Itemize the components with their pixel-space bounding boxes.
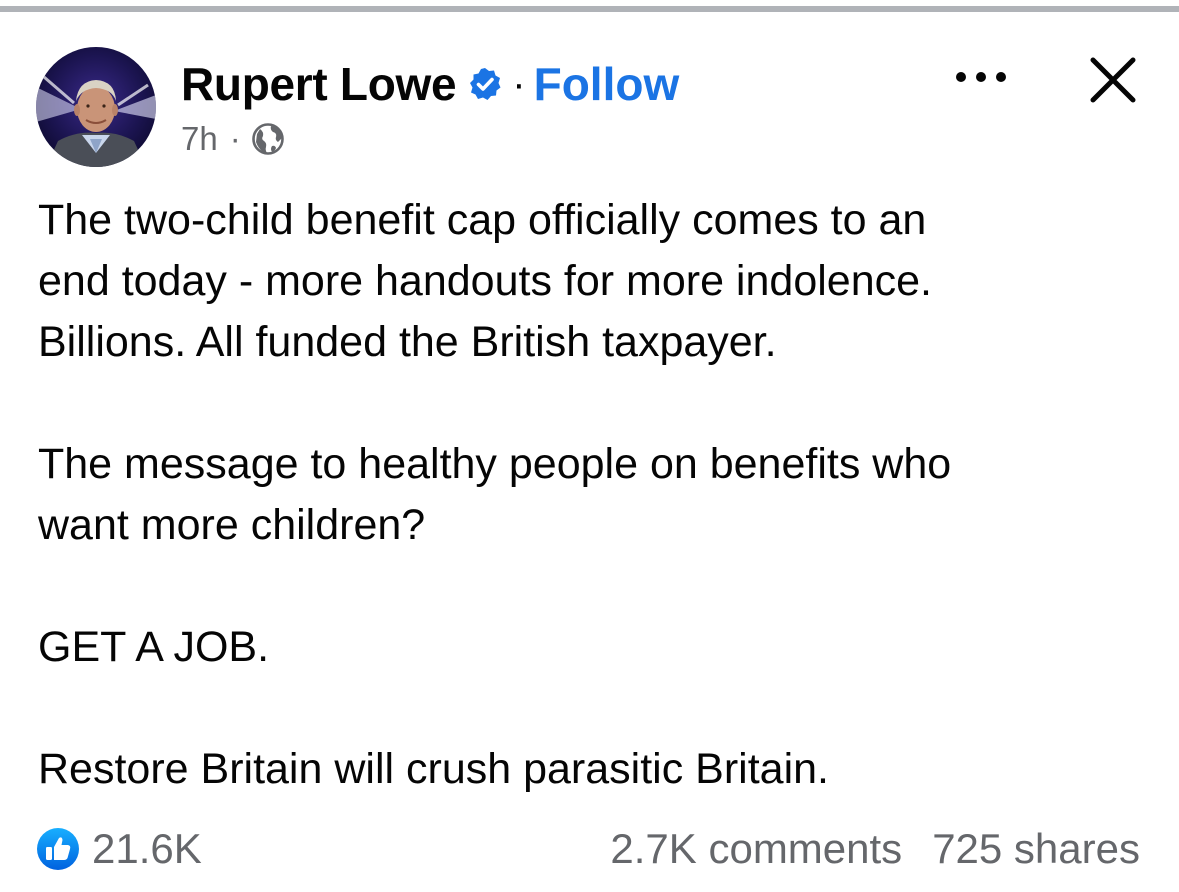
- comments-count[interactable]: 2.7K comments: [610, 825, 902, 873]
- post-paragraph: The message to healthy people on benefit…: [38, 434, 1148, 556]
- facebook-post: Rupert Lowe · Follow 7h · The two-child …: [0, 0, 1179, 892]
- post-line: The message to healthy people on benefit…: [38, 440, 952, 488]
- avatar-image: [36, 47, 156, 167]
- post-line: end today - more handouts for more indol…: [38, 257, 932, 305]
- globe-icon[interactable]: [251, 122, 285, 156]
- post-paragraph: The two-child benefit cap officially com…: [38, 190, 1148, 373]
- post-paragraph: Restore Britain will crush parasitic Bri…: [38, 739, 1148, 800]
- shares-count[interactable]: 725 shares: [932, 825, 1140, 873]
- close-icon[interactable]: [1088, 55, 1138, 105]
- like-icon: [36, 827, 80, 871]
- more-options-icon[interactable]: [953, 62, 1009, 92]
- post-line: Restore Britain will crush parasitic Bri…: [38, 745, 829, 793]
- post-line: want more children?: [38, 501, 426, 549]
- post-text: The two-child benefit cap officially com…: [38, 190, 1148, 800]
- verified-badge-icon: [468, 67, 502, 101]
- follow-button[interactable]: Follow: [534, 57, 680, 111]
- meta-separator-dot: ·: [229, 120, 241, 157]
- separator-dot: ·: [512, 61, 526, 106]
- post-line: The two-child benefit cap officially com…: [38, 196, 927, 244]
- post-paragraph: GET A JOB.: [38, 617, 1148, 678]
- engagement-bar: 21.6K 2.7K comments 725 shares: [36, 822, 1140, 876]
- post-line: Billions. All funded the British taxpaye…: [38, 318, 777, 366]
- top-divider: [0, 6, 1179, 12]
- post-line: GET A JOB.: [38, 623, 270, 671]
- post-timestamp[interactable]: 7h: [181, 120, 218, 158]
- author-name[interactable]: Rupert Lowe: [181, 57, 457, 111]
- reactions-summary[interactable]: 21.6K: [36, 822, 202, 876]
- reactions-count: 21.6K: [92, 825, 202, 872]
- engagement-counts: 2.7K comments 725 shares: [610, 822, 1140, 876]
- avatar[interactable]: [36, 47, 156, 167]
- post-header: Rupert Lowe · Follow: [181, 56, 679, 112]
- post-meta: 7h ·: [181, 117, 285, 161]
